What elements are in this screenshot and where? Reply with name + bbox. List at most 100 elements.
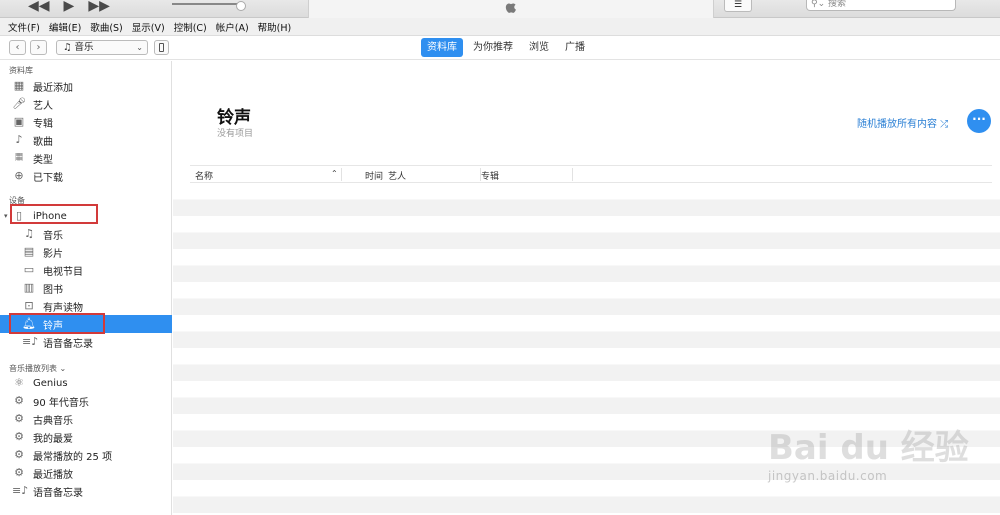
watermark-url: jingyan.baidu.com bbox=[768, 469, 888, 483]
library-section-header: 资料库 bbox=[9, 66, 33, 75]
tab-browse[interactable]: 浏览 bbox=[523, 38, 555, 57]
shuffle-all-button[interactable]: 随机播放所有内容 ⤮ bbox=[857, 115, 948, 130]
search-icon: ⚲⌄ bbox=[811, 0, 828, 9]
volume-slider[interactable] bbox=[172, 1, 246, 11]
iphone-icon bbox=[159, 43, 164, 52]
playlists-section-header[interactable]: 音乐播放列表 ⌄ bbox=[9, 363, 66, 374]
search-input[interactable]: ⚲⌄ 搜索 bbox=[806, 0, 956, 11]
menu-help[interactable]: 帮助(H) bbox=[258, 20, 292, 34]
tab-library[interactable]: 资料库 bbox=[421, 38, 463, 57]
menu-controls[interactable]: 控制(C) bbox=[174, 20, 207, 34]
sidebar-item-downloaded[interactable]: ⊕ 已下载 bbox=[0, 167, 172, 185]
sidebar-item-albums[interactable]: ▣ 专辑 bbox=[0, 113, 172, 131]
volume-knob[interactable] bbox=[236, 1, 246, 11]
sort-ascending-icon[interactable]: ⌃ bbox=[331, 169, 338, 178]
gear-icon: ⚙ bbox=[14, 448, 24, 461]
tab-for-you[interactable]: 为你推荐 bbox=[467, 38, 519, 57]
sidebar-item-artists[interactable]: 🎤︎ 艺人 bbox=[0, 95, 172, 113]
sidebar-item-genius[interactable]: ⚛ Genius bbox=[0, 374, 172, 392]
column-artist[interactable]: 艺人 bbox=[388, 169, 406, 182]
genius-icon: ⚛ bbox=[14, 376, 24, 389]
gear-icon: ⚙ bbox=[14, 412, 24, 425]
previous-icon[interactable]: ◀◀ bbox=[28, 0, 50, 13]
sidebar-item-device-books[interactable]: ▥ 图书 bbox=[0, 279, 172, 297]
voice-memo-icon: ≡♪ bbox=[22, 335, 39, 348]
more-options-button[interactable]: ··· bbox=[967, 109, 991, 133]
sidebar-item-favorites[interactable]: ⚙ 我的最爱 bbox=[0, 428, 172, 446]
media-type-select[interactable]: ♫ 音乐 ⌄ bbox=[56, 40, 148, 55]
voice-memo-icon: ≡♪ bbox=[12, 484, 29, 497]
download-icon: ⊕ bbox=[14, 169, 24, 182]
calendar-icon: ▦ bbox=[13, 79, 25, 92]
back-button[interactable]: ‹ bbox=[9, 40, 26, 55]
sidebar-item-label: 最近播放 bbox=[33, 469, 73, 481]
column-album[interactable]: 专辑 bbox=[481, 169, 499, 182]
sidebar-item-device-music[interactable]: ♫ 音乐 bbox=[0, 225, 172, 243]
sidebar-item-top-25[interactable]: ⚙ 最常播放的 25 项 bbox=[0, 446, 172, 464]
sidebar-item-device-voice-memos[interactable]: ≡♪ 语音备忘录 bbox=[0, 333, 172, 351]
sidebar-item-label: 歌曲 bbox=[33, 136, 53, 148]
sidebar-item-label: 语音备忘录 bbox=[43, 338, 93, 350]
tv-icon: ▭ bbox=[23, 263, 35, 276]
menu-song[interactable]: 歌曲(S) bbox=[90, 20, 122, 34]
device-button[interactable] bbox=[154, 40, 169, 55]
tab-radio[interactable]: 广播 bbox=[559, 38, 591, 57]
music-note-icon: ♪ bbox=[15, 133, 23, 146]
column-divider bbox=[572, 168, 573, 181]
gear-icon: ⚙ bbox=[14, 394, 24, 407]
highlight-box-ringtones bbox=[9, 313, 105, 334]
sidebar-item-label: 影片 bbox=[43, 248, 63, 260]
microphone-icon: 🎤︎ bbox=[12, 97, 26, 110]
menu-edit[interactable]: 编辑(E) bbox=[49, 20, 81, 34]
page-title: 铃声 bbox=[217, 108, 251, 128]
sidebar-item-label: 专辑 bbox=[33, 118, 53, 130]
sidebar-item-recently-played[interactable]: ⚙ 最近播放 bbox=[0, 464, 172, 482]
sidebar: 资料库 ▦ 最近添加 🎤︎ 艺人 ▣ 专辑 ♪ 歌曲 𝄜 类型 ⊕ 已下载 设备 ▾ ▯ iP… bbox=[0, 61, 172, 515]
forward-button[interactable]: › bbox=[30, 40, 47, 55]
list-view-button[interactable]: ☰ bbox=[724, 0, 752, 12]
column-time[interactable]: 时间 bbox=[365, 169, 383, 182]
sidebar-item-label: 有声读物 bbox=[43, 302, 83, 314]
sidebar-item-label: 电视节目 bbox=[43, 266, 83, 278]
column-name[interactable]: 名称 bbox=[195, 169, 213, 182]
transport-controls: ◀◀ ▶ ▶▶ bbox=[28, 0, 110, 13]
highlight-box-iphone bbox=[10, 204, 98, 224]
menu-account[interactable]: 帐户(A) bbox=[216, 20, 249, 34]
watermark-logo: Bai du 经验 bbox=[768, 428, 969, 468]
column-divider bbox=[341, 168, 342, 181]
media-type-label: 音乐 bbox=[74, 42, 94, 53]
album-icon: ▣ bbox=[13, 115, 25, 128]
sidebar-item-classical[interactable]: ⚙ 古典音乐 bbox=[0, 410, 172, 428]
search-placeholder: 搜索 bbox=[828, 0, 847, 9]
sidebar-item-label: Genius bbox=[33, 377, 68, 389]
table-header: 名称 ⌃ 时间 艺人 专辑 bbox=[190, 165, 992, 183]
baidu-watermark: Bai du 经验 jingyan.baidu.com bbox=[768, 420, 969, 483]
sidebar-item-playlist-voice-memos[interactable]: ≡♪ 语音备忘录 bbox=[0, 482, 172, 500]
disclosure-triangle-icon[interactable]: ▾ bbox=[4, 212, 8, 220]
sidebar-item-device-movies[interactable]: ▤ 影片 bbox=[0, 243, 172, 261]
player-bar: ◀◀ ▶ ▶▶ ☰ ⚲⌄ 搜索 bbox=[0, 0, 1000, 18]
menu-file[interactable]: 文件(F) bbox=[8, 20, 40, 34]
sidebar-item-label: 艺人 bbox=[33, 100, 53, 112]
page-subtitle: 没有项目 bbox=[217, 129, 254, 139]
play-icon[interactable]: ▶ bbox=[64, 0, 75, 13]
next-icon[interactable]: ▶▶ bbox=[88, 0, 110, 13]
sidebar-item-songs[interactable]: ♪ 歌曲 bbox=[0, 131, 172, 149]
sidebar-item-90s-music[interactable]: ⚙ 90 年代音乐 bbox=[0, 392, 172, 410]
menu-bar: 文件(F) 编辑(E) 歌曲(S) 显示(V) 控制(C) 帐户(A) 帮助(H… bbox=[0, 18, 1000, 36]
sidebar-item-label: 最近添加 bbox=[33, 82, 73, 94]
apple-logo-icon bbox=[505, 3, 516, 13]
sidebar-item-label: 语音备忘录 bbox=[33, 487, 83, 499]
sidebar-item-recently-added[interactable]: ▦ 最近添加 bbox=[0, 77, 172, 95]
film-icon: ▤ bbox=[23, 245, 35, 258]
sidebar-item-label: 90 年代音乐 bbox=[33, 397, 89, 409]
book-icon: ▥ bbox=[23, 281, 35, 294]
library-tabs: 资料库 为你推荐 浏览 广播 bbox=[421, 38, 591, 57]
chevron-down-icon: ⌄ bbox=[136, 43, 143, 52]
sidebar-item-label: 已下载 bbox=[33, 172, 63, 184]
sidebar-item-device-tv-shows[interactable]: ▭ 电视节目 bbox=[0, 261, 172, 279]
gear-icon: ⚙ bbox=[14, 430, 24, 443]
menu-view[interactable]: 显示(V) bbox=[132, 20, 165, 34]
sidebar-item-genres[interactable]: 𝄜 类型 bbox=[0, 149, 172, 167]
sidebar-item-label: 图书 bbox=[43, 284, 63, 296]
